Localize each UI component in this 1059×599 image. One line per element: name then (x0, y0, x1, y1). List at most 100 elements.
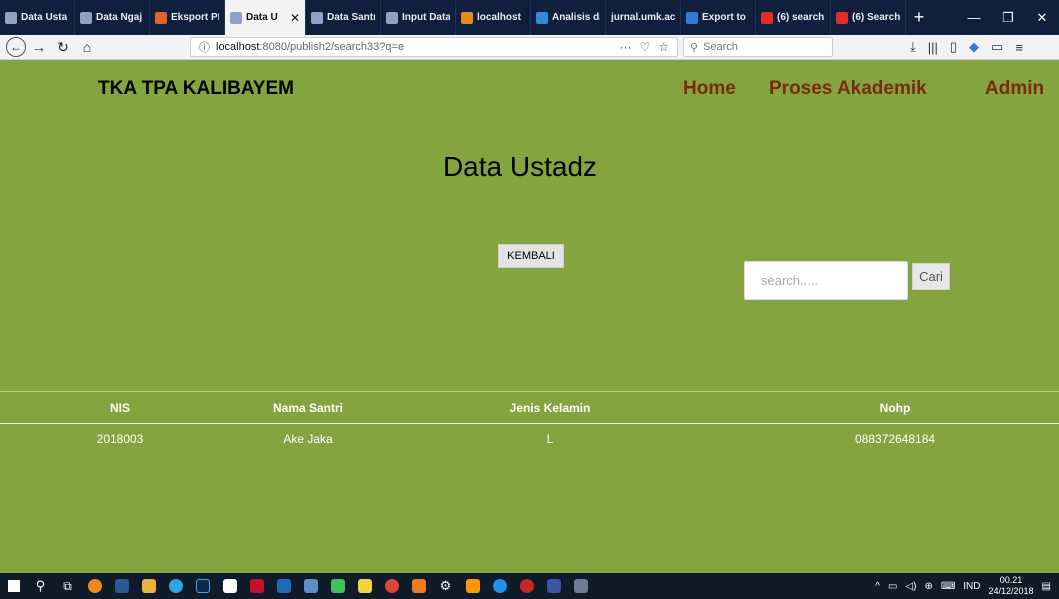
pocket-icon[interactable]: ♡ (639, 40, 650, 54)
reload-icon[interactable]: ↻ (52, 36, 74, 58)
flash-icon[interactable] (243, 573, 270, 599)
battery-icon[interactable]: ▭ (888, 581, 897, 592)
column-header: NIS (109, 400, 130, 415)
library-icon[interactable]: ||| (928, 40, 938, 55)
network-icon[interactable]: ⊕ (924, 581, 932, 592)
keyboard-icon[interactable]: ⌨ (941, 581, 955, 592)
browser-tab[interactable]: Input Data (381, 0, 456, 35)
browser-tab-active[interactable]: Data U ✕ (225, 0, 306, 35)
site-brand[interactable]: TKA TPA KALIBAYEM (98, 78, 294, 100)
search-icon[interactable]: ⚲ (27, 573, 54, 599)
browser-tab[interactable]: Data Santr (306, 0, 381, 35)
notification-icon[interactable]: ▤ (1042, 581, 1051, 592)
browser-search-placeholder: Search (703, 41, 738, 53)
toolbar-icons: ⤓ ||| ▯ ◆ ▭ ≡ (910, 37, 1023, 57)
word-icon[interactable] (108, 573, 135, 599)
nav-admin-link[interactable]: Admin (985, 78, 1044, 100)
chevron-up-icon[interactable]: ^ (875, 581, 880, 592)
new-tab-button[interactable]: + (906, 0, 932, 35)
xampp-icon[interactable] (405, 573, 432, 599)
mail-icon[interactable] (216, 573, 243, 599)
web-page: TKA TPA KALIBAYEM Home Proses Akademik A… (0, 61, 1059, 573)
tab-favicon-icon (386, 11, 398, 24)
search-icon: ⚲ (690, 41, 699, 54)
clock-time: 00.21 (999, 575, 1023, 585)
forward-arrow-icon[interactable]: → (28, 36, 50, 58)
store-icon[interactable] (270, 573, 297, 599)
browser-tab[interactable]: Data Ngaj (75, 0, 150, 35)
page-actions-icon[interactable]: ··· (619, 40, 631, 54)
menu-icon[interactable]: ≡ (1015, 40, 1023, 55)
windows-start-icon[interactable] (0, 573, 27, 599)
page-title: Data Ustadz (442, 151, 598, 182)
chrome-icon[interactable] (378, 573, 405, 599)
browser-tab[interactable]: Analisis da (531, 0, 606, 35)
browser-tab[interactable]: (6) Search (831, 0, 906, 35)
url-host: localhost (216, 41, 260, 53)
browser-tab[interactable]: localhost (456, 0, 531, 35)
clock-date: 24/12/2018 (988, 586, 1034, 596)
sticky-notes-icon[interactable] (351, 573, 378, 599)
visio-icon[interactable] (540, 573, 567, 599)
youtube-icon (761, 11, 773, 24)
sidebar-icon[interactable]: ▯ (950, 39, 957, 55)
data-table: NIS Nama Santri Jenis Kelamin Nohp 20180… (0, 391, 1059, 454)
screenshot-icon[interactable]: ▭ (991, 39, 1003, 55)
home-icon[interactable]: ⌂ (76, 36, 98, 58)
restore-icon[interactable]: ❐ (991, 0, 1025, 35)
column-header: Nama Santri (272, 400, 344, 415)
netbeans-icon[interactable] (297, 573, 324, 599)
download-icon[interactable]: ⤓ (910, 39, 916, 55)
firefox-icon[interactable] (81, 573, 108, 599)
extension-icon[interactable]: ◆ (969, 39, 979, 55)
bookmark-star-icon[interactable]: ☆ (658, 40, 669, 54)
nav-home-link[interactable]: Home (683, 78, 736, 100)
sublime-icon[interactable] (459, 573, 486, 599)
browser-tab[interactable]: jurnal.umk.ac (606, 0, 681, 35)
photoshop-icon[interactable] (189, 573, 216, 599)
table-cell: Ake Jaka (283, 432, 333, 446)
table-header-row: NIS Nama Santri Jenis Kelamin Nohp (0, 391, 1059, 424)
edge-icon[interactable] (486, 573, 513, 599)
browser-tab[interactable]: Data Usta (0, 0, 75, 35)
language-indicator[interactable]: IND (963, 581, 980, 592)
table-row: 2018003 Ake Jaka L 088372648184 (0, 424, 1059, 454)
app-icon[interactable] (567, 573, 594, 599)
close-window-icon[interactable]: ✕ (1025, 0, 1059, 35)
table-cell: 2018003 (96, 432, 144, 446)
search-button[interactable]: Cari (912, 263, 950, 290)
tab-favicon-icon (536, 11, 548, 24)
nav-akademik-link[interactable]: Proses Akademik (769, 78, 927, 100)
tab-favicon-icon (686, 11, 698, 24)
system-tray: ^ ▭ ◁) ⊕ ⌨ IND 00.21 24/12/2018 ▤ (875, 575, 1059, 597)
column-header: Jenis Kelamin (509, 400, 591, 415)
app-icon[interactable] (513, 573, 540, 599)
app-icon[interactable] (324, 573, 351, 599)
tab-favicon-icon (80, 11, 92, 24)
task-view-icon[interactable]: ⧉ (54, 573, 81, 599)
back-button[interactable]: KEMBALI (498, 244, 564, 268)
clock[interactable]: 00.21 24/12/2018 (989, 575, 1034, 597)
minimize-icon[interactable]: — (957, 0, 991, 35)
tab-favicon-icon (461, 11, 473, 24)
browser-tab[interactable]: Eksport PE (150, 0, 225, 35)
column-header: Nohp (879, 400, 911, 415)
back-arrow-icon[interactable]: ← (6, 37, 26, 57)
settings-icon[interactable]: ⚙ (432, 573, 459, 599)
info-icon[interactable]: ⓘ (199, 39, 210, 55)
tab-favicon-icon (230, 11, 242, 24)
tab-favicon-icon (155, 11, 167, 24)
taskbar: ⚲ ⧉ ⚙ ^ ▭ ◁) ⊕ ⌨ IND 00.21 24/12/2018 ▤ (0, 573, 1059, 599)
browser-tab[interactable]: Export to (681, 0, 756, 35)
browser-search-field[interactable]: ⚲ Search (683, 37, 833, 57)
url-path: :8080/publish2/search33?q=e (259, 41, 405, 53)
table-cell: L (546, 432, 554, 446)
search-input[interactable]: search..... (744, 261, 908, 300)
close-tab-icon[interactable]: ✕ (290, 11, 300, 25)
browser-tab[interactable]: (6) search (756, 0, 831, 35)
volume-icon[interactable]: ◁) (905, 581, 916, 592)
url-bar[interactable]: ⓘ localhost:8080/publish2/search33?q=e ·… (190, 37, 678, 57)
tab-favicon-icon (311, 11, 323, 24)
file-explorer-icon[interactable] (135, 573, 162, 599)
telegram-icon[interactable] (162, 573, 189, 599)
